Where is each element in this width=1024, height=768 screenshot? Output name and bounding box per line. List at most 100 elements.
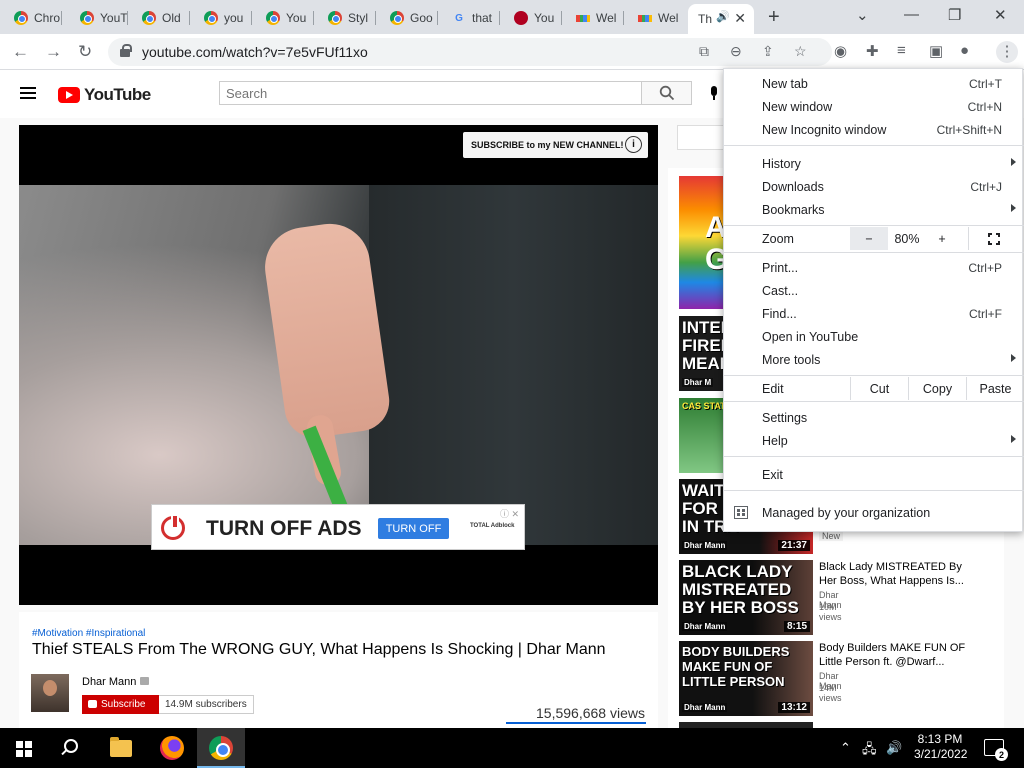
- menu-item-open-in-youtube[interactable]: Open in YouTube: [724, 325, 1024, 348]
- subscribe-card[interactable]: SUBSCRIBE to my NEW CHANNEL! i: [463, 132, 648, 158]
- channel-name-row[interactable]: Dhar Mann: [82, 676, 150, 688]
- side-panel-icon[interactable]: ▣: [929, 42, 943, 60]
- ad-banner[interactable]: TURN OFF ADS TURN OFF TOTAL Adblock ⓘ ✕: [151, 504, 525, 550]
- profile-icon[interactable]: ●: [960, 42, 969, 59]
- video-thumbnail[interactable]: BLACK LADY MISTREATED BY HER BOSS Dhar M…: [679, 560, 813, 635]
- restore-button[interactable]: ❐: [948, 6, 961, 24]
- like-ratio-bar: [506, 722, 646, 724]
- menu-item-exit[interactable]: Exit: [724, 463, 1024, 486]
- channel-avatar[interactable]: [31, 674, 69, 712]
- reload-icon[interactable]: ↻: [78, 42, 92, 62]
- edit-cut-button[interactable]: Cut: [850, 377, 908, 400]
- url-text[interactable]: youtube.com/watch?v=7e5vFUf11xo: [142, 44, 368, 60]
- thumbnail-channel-tag: Dhar Mann: [682, 622, 728, 631]
- media-queue-icon[interactable]: ≡: [897, 42, 906, 59]
- network-icon[interactable]: 🖧: [862, 740, 877, 762]
- browser-tab[interactable]: you: [190, 4, 252, 32]
- chrome-taskbar-icon[interactable]: [209, 736, 233, 760]
- menu-kebab-icon[interactable]: ⋮: [996, 41, 1018, 63]
- browser-tab[interactable]: Wel: [562, 4, 624, 32]
- video-hashtags[interactable]: #Motivation #Inspirational: [32, 628, 145, 639]
- share-icon[interactable]: ⇪: [762, 43, 774, 60]
- ad-close-icon[interactable]: ⓘ ✕: [500, 507, 519, 520]
- video-title: Thief STEALS From The WRONG GUY, What Ha…: [32, 641, 606, 658]
- chrome-main-menu: New tab Ctrl+T New window Ctrl+N New Incog…: [723, 68, 1024, 532]
- menu-item-more-tools[interactable]: More tools: [724, 348, 1024, 371]
- speaker-icon[interactable]: 🔊: [716, 10, 730, 23]
- tray-expand-icon[interactable]: ⌃: [840, 740, 851, 756]
- firefox-icon[interactable]: [160, 736, 184, 760]
- recommendation-title[interactable]: Black Lady MISTREATED By Her Boss, What …: [819, 560, 969, 588]
- search-button[interactable]: [642, 81, 692, 105]
- right-column-chip[interactable]: [677, 125, 727, 150]
- file-explorer-icon[interactable]: [110, 737, 132, 757]
- menu-item-print[interactable]: Print... Ctrl+P: [724, 256, 1024, 279]
- menu-item-new-incognito[interactable]: New Incognito window Ctrl+Shift+N: [724, 118, 1024, 141]
- search-box[interactable]: [219, 81, 642, 105]
- video-player[interactable]: SUBSCRIBE to my NEW CHANNEL! i TURN OFF …: [19, 125, 658, 605]
- open-external-icon[interactable]: ⧉: [699, 43, 709, 60]
- video-frame[interactable]: [19, 185, 658, 545]
- zoom-in-button[interactable]: +: [926, 227, 958, 250]
- channel-name[interactable]: Dhar Mann: [82, 676, 136, 688]
- menu-item-bookmarks[interactable]: Bookmarks: [724, 198, 1024, 221]
- tab-search-icon[interactable]: ⌄: [856, 6, 869, 24]
- window-close-button[interactable]: ✕: [994, 6, 1007, 24]
- menu-item-cast[interactable]: Cast...: [724, 279, 1024, 302]
- browser-tab[interactable]: Wel: [624, 4, 686, 32]
- menu-item-help[interactable]: Help: [724, 429, 1024, 452]
- taskbar-search-icon[interactable]: [64, 739, 78, 753]
- extension-icon[interactable]: ◉: [834, 42, 847, 60]
- browser-tab[interactable]: You: [500, 4, 562, 32]
- search-input[interactable]: [220, 82, 641, 104]
- menu-item-new-tab[interactable]: New tab Ctrl+T: [724, 72, 1024, 95]
- menu-item-zoom: Zoom − 80% +: [724, 227, 1024, 250]
- menu-item-managed[interactable]: Managed by your organization: [724, 501, 1024, 524]
- zoom-icon[interactable]: ⊖: [730, 43, 742, 60]
- browser-tab[interactable]: You: [252, 4, 314, 32]
- puzzle-icon[interactable]: ✚: [866, 42, 879, 60]
- windows-start-icon[interactable]: [16, 741, 32, 757]
- system-clock[interactable]: 8:13 PM 3/21/2022: [914, 732, 967, 762]
- submenu-arrow-icon: [1011, 158, 1016, 166]
- microphone-icon[interactable]: [710, 86, 718, 100]
- chrome-icon: [328, 11, 342, 25]
- video-thumbnail[interactable]: BODY BUILDERS MAKE FUN OF LITTLE PERSON …: [679, 641, 813, 716]
- menu-item-find[interactable]: Find... Ctrl+F: [724, 302, 1024, 325]
- browser-tab[interactable]: Chro: [0, 4, 62, 32]
- menu-item-downloads[interactable]: Downloads Ctrl+J: [724, 175, 1024, 198]
- close-icon[interactable]: ✕: [734, 10, 746, 27]
- notification-center-icon[interactable]: 2: [984, 739, 1008, 761]
- zoom-out-button[interactable]: −: [850, 227, 888, 250]
- fullscreen-button[interactable]: [968, 227, 1018, 250]
- menu-item-new-window[interactable]: New window Ctrl+N: [724, 95, 1024, 118]
- back-icon[interactable]: ←: [12, 42, 29, 62]
- browser-tab[interactable]: Styl: [314, 4, 376, 32]
- browser-tab[interactable]: YouT: [66, 4, 128, 32]
- browser-tab[interactable]: Goo: [376, 4, 438, 32]
- edit-copy-button[interactable]: Copy: [908, 377, 966, 400]
- subscribe-button[interactable]: Subscribe: [82, 695, 159, 714]
- lock-icon[interactable]: [120, 44, 132, 57]
- hamburger-menu-icon[interactable]: [20, 87, 36, 99]
- tab-label: Chro: [34, 11, 61, 25]
- thumbnail-channel-tag: Dhar M: [682, 378, 714, 387]
- forward-icon[interactable]: →: [45, 42, 62, 62]
- volume-icon[interactable]: 🔊: [886, 740, 902, 756]
- browser-tab[interactable]: G that: [438, 4, 500, 32]
- youtube-logo[interactable]: YouTube: [58, 85, 151, 105]
- bookmark-star-icon[interactable]: ☆: [794, 43, 807, 60]
- menu-item-settings[interactable]: Settings: [724, 406, 1024, 429]
- submenu-arrow-icon: [1011, 354, 1016, 362]
- ad-turn-off-button[interactable]: TURN OFF: [378, 518, 449, 539]
- browser-tab-active[interactable]: Th 🔊 ✕: [688, 4, 754, 34]
- browser-tab[interactable]: Old: [128, 4, 190, 32]
- recommendation-title[interactable]: Body Builders MAKE FUN OF Little Person …: [819, 641, 969, 669]
- info-icon[interactable]: i: [625, 136, 642, 153]
- menu-item-history[interactable]: History: [724, 152, 1024, 175]
- minimize-button[interactable]: —: [904, 6, 919, 23]
- address-bar[interactable]: youtube.com/watch?v=7e5vFUf11xo ⧉ ⊖ ⇪ ☆: [108, 38, 832, 66]
- new-tab-button[interactable]: +: [768, 6, 780, 29]
- video-duration: 21:37: [778, 540, 810, 551]
- edit-paste-button[interactable]: Paste: [966, 377, 1024, 400]
